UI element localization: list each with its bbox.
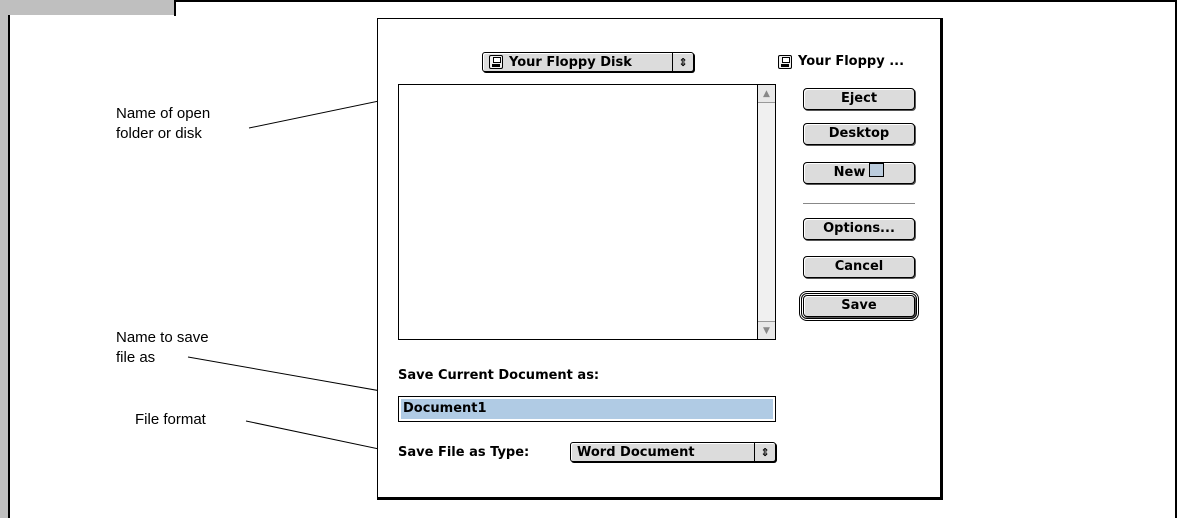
popup-arrows-icon: ⇕ <box>672 53 693 71</box>
frame-tab <box>0 0 175 15</box>
file-type-popup[interactable]: Word Document ⇕ <box>570 442 776 462</box>
file-list-scrollbar[interactable]: ▲ ▼ <box>757 85 775 339</box>
save-dialog: Your Floppy Disk ⇕ Your Floppy ... ▲ ▼ E… <box>377 18 943 500</box>
floppy-disk-icon <box>778 54 792 69</box>
floppy-disk-icon <box>489 55 503 69</box>
frame-tab-divider <box>174 0 176 16</box>
volume-name: Your Floppy ... <box>778 54 904 69</box>
frame-left-border <box>8 15 10 518</box>
new-folder-label: New <box>833 165 866 180</box>
location-popup[interactable]: Your Floppy Disk ⇕ <box>482 52 694 72</box>
filename-value: Document1 <box>401 399 773 419</box>
save-button[interactable]: Save <box>799 291 919 321</box>
callout-file-format: File format <box>135 411 206 428</box>
volume-name-label: Your Floppy ... <box>798 54 905 69</box>
new-folder-button[interactable]: New <box>803 162 915 184</box>
folder-icon <box>869 163 885 177</box>
frame-top-border <box>175 0 1177 2</box>
callout-open-folder: Name of open folder or disk <box>116 105 211 142</box>
filename-input[interactable]: Document1 <box>398 396 776 422</box>
save-prompt-label: Save Current Document as: <box>398 368 600 383</box>
file-list[interactable]: ▲ ▼ <box>398 84 776 340</box>
popup-arrows-icon: ⇕ <box>754 443 775 461</box>
callout-save-name: Name to save file as <box>116 329 209 366</box>
button-separator <box>803 203 915 204</box>
scroll-down-arrow-icon[interactable]: ▼ <box>758 321 775 339</box>
file-type-label: Save File as Type: <box>398 445 530 460</box>
scroll-up-arrow-icon[interactable]: ▲ <box>758 85 775 103</box>
cancel-button[interactable]: Cancel <box>803 256 915 278</box>
options-button[interactable]: Options... <box>803 218 915 240</box>
frame-left-bar <box>0 0 8 518</box>
eject-button[interactable]: Eject <box>803 88 915 110</box>
file-type-value: Word Document <box>577 444 695 460</box>
desktop-button[interactable]: Desktop <box>803 123 915 145</box>
location-popup-label: Your Floppy Disk <box>509 54 632 70</box>
